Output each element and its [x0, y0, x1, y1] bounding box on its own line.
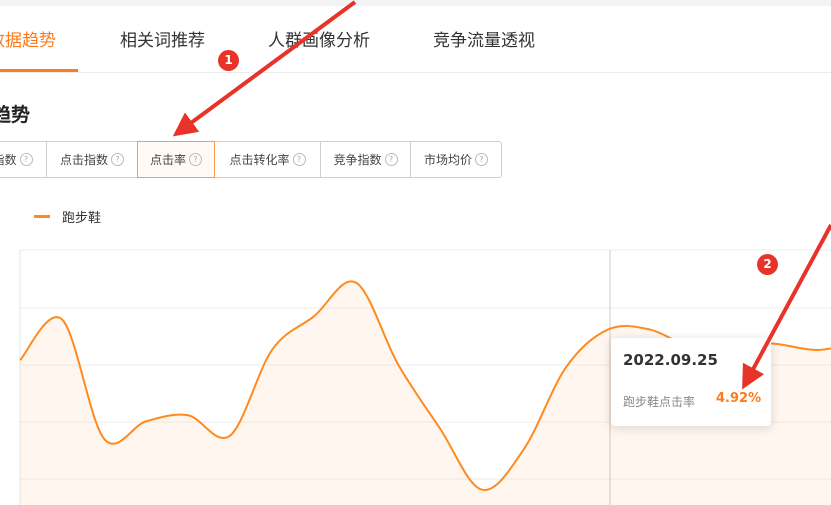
data-point [144, 419, 148, 423]
metric-button-click-index[interactable]: 点击指数? [47, 141, 138, 178]
metric-label: 点击指数 [59, 153, 108, 167]
data-point [312, 314, 316, 318]
chart-tooltip: 2022.09.25 跑步鞋点击率 4.92% [611, 338, 771, 426]
metric-button-index[interactable]: 指数? [0, 141, 47, 178]
tooltip-date: 2022.09.25 [623, 351, 718, 369]
data-point [102, 437, 106, 441]
data-point [18, 358, 22, 362]
help-icon[interactable]: ? [189, 153, 202, 166]
data-point [816, 348, 820, 352]
data-point [60, 317, 64, 321]
metric-button-competition-index[interactable]: 竞争指数? [321, 141, 411, 178]
annotation-badge-2: 2 [757, 254, 778, 275]
legend-label: 跑步鞋 [62, 211, 102, 226]
data-point [186, 413, 190, 417]
data-point [228, 434, 232, 438]
help-icon[interactable]: ? [292, 153, 306, 166]
tab-competition-traffic[interactable]: 竞争流量透视 [433, 6, 535, 72]
data-point [522, 447, 526, 451]
metric-label: 竞争指数 [333, 153, 382, 167]
data-point [354, 281, 358, 285]
legend-swatch [34, 215, 50, 218]
help-icon[interactable]: ? [111, 153, 124, 166]
tooltip-value: 4.92% [716, 391, 762, 406]
metric-label: 指数 [0, 153, 17, 167]
data-point [480, 488, 484, 492]
tab-bar: 数据趋势 相关词推荐 人群画像分析 竞争流量透视 [0, 6, 831, 73]
data-point [648, 328, 652, 332]
tab-related-words[interactable]: 相关词推荐 [120, 6, 205, 72]
chart-legend[interactable]: 跑步鞋 [34, 207, 101, 226]
data-point [606, 328, 610, 332]
section-title: 趋势 [0, 104, 31, 126]
data-point [438, 427, 442, 431]
data-point [774, 342, 778, 346]
data-point [396, 362, 400, 366]
tab-audience-profile[interactable]: 人群画像分析 [268, 6, 370, 72]
metric-label: 点击转化率 [229, 153, 290, 167]
data-point [564, 365, 568, 369]
help-icon[interactable]: ? [19, 153, 33, 166]
data-point [270, 348, 274, 352]
metric-label: 点击率 [149, 153, 186, 167]
help-icon[interactable]: ? [384, 153, 398, 166]
metric-label: 市场均价 [423, 153, 472, 167]
annotation-badge-1: 1 [218, 50, 239, 71]
metric-button-click-conversion[interactable]: 点击转化率? [215, 141, 321, 178]
metric-button-market-avg-price[interactable]: 市场均价? [411, 141, 502, 178]
metric-button-group: 指数? 点击指数? 点击率? 点击转化率? 竞争指数? 市场均价? [0, 141, 502, 178]
metric-button-click-rate[interactable]: 点击率? [137, 141, 215, 178]
tooltip-label: 跑步鞋点击率 [623, 395, 696, 409]
help-icon[interactable]: ? [475, 153, 488, 166]
active-tab-indicator [0, 69, 78, 72]
tab-data-trend[interactable]: 数据趋势 [0, 6, 56, 72]
